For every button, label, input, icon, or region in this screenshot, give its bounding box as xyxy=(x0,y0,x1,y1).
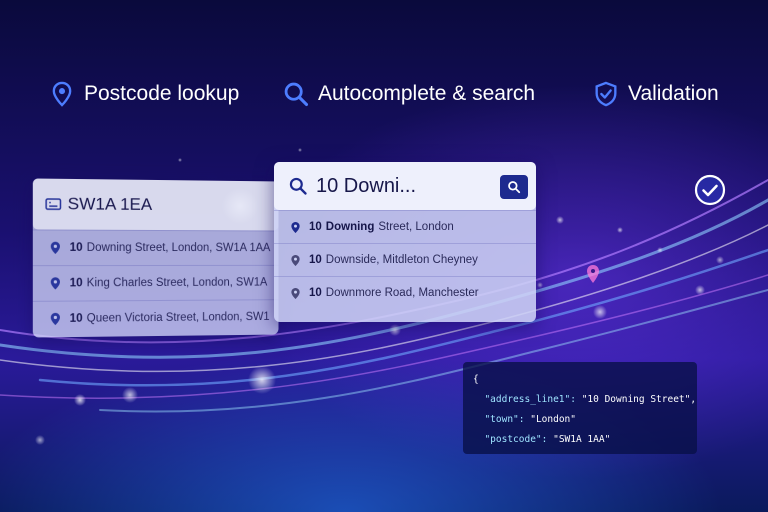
list-item[interactable]: 10 King Charles Street, London, SW1A xyxy=(32,264,279,301)
code-line: "address_line1": "10 Downing Street", xyxy=(473,390,696,410)
address-number: 10 xyxy=(309,287,322,299)
check-circle-icon xyxy=(694,174,726,206)
list-item[interactable]: 10 Queen Victoria Street, London, SW1 xyxy=(32,299,279,337)
feature-label: Autocomplete & search xyxy=(318,82,536,105)
suggestion-item[interactable]: 10 Downside, Mitdleton Cheyney xyxy=(274,243,536,276)
search-button[interactable] xyxy=(500,175,528,199)
code-brace: { xyxy=(473,374,479,385)
location-pin-icon xyxy=(291,254,300,266)
address-number: 10 xyxy=(309,254,322,266)
address-number: 10 xyxy=(69,277,83,290)
code-value: "10 Downing Street", xyxy=(581,394,697,405)
address-text: Street, London xyxy=(378,221,454,233)
feature-label: Validation xyxy=(628,82,719,105)
code-key: "town": xyxy=(484,414,525,425)
search-input[interactable]: 10 Downi... xyxy=(274,162,536,210)
location-pin-icon xyxy=(50,312,60,326)
address-number: 10 xyxy=(69,312,83,325)
location-pin-icon xyxy=(52,81,72,107)
postcode-input[interactable]: SW1A 1EA xyxy=(32,178,279,231)
code-value: "SW1A 1AA" xyxy=(553,434,611,445)
search-icon xyxy=(508,181,521,194)
location-pin-icon xyxy=(587,265,599,283)
address-text: Queen Victoria Street, London, SW1 xyxy=(86,311,270,325)
code-value: "London" xyxy=(530,414,576,425)
code-line: "town": "London" xyxy=(473,410,687,430)
address-text: King Charles Street, London, SW1A xyxy=(86,276,268,290)
address-number: 10 xyxy=(309,221,322,233)
code-key: "postcode": xyxy=(484,434,548,445)
shield-check-icon xyxy=(595,81,617,107)
location-pin-icon xyxy=(291,221,300,233)
address-text: Downside, Mitdleton Cheyney xyxy=(325,254,478,266)
address-number: 10 xyxy=(69,241,83,254)
search-input-value: 10 Downi... xyxy=(316,174,417,197)
postcode-input-value: SW1A 1EA xyxy=(67,194,153,214)
search-icon xyxy=(284,82,309,107)
address-match: Downing xyxy=(325,221,375,233)
feature-postcode-lookup: Postcode lookup xyxy=(48,78,239,110)
address-text: Downing Street, London, SW1A 1AA xyxy=(86,241,271,255)
autocomplete-panel: 10 Downi... 10 Downing Street, London 10… xyxy=(274,162,536,322)
feature-label: Postcode lookup xyxy=(84,82,240,105)
keyboard-icon xyxy=(45,197,61,211)
address-text: Downmore Road, Manchester xyxy=(325,287,479,299)
postcode-lookup-panel: SW1A 1EA 10 Downing Street, London, SW1A… xyxy=(32,178,279,338)
location-pin-icon xyxy=(291,287,300,299)
suggestion-item[interactable]: 10 Downmore Road, Manchester xyxy=(274,276,536,309)
feature-autocomplete-search: Autocomplete & search xyxy=(282,78,535,110)
code-line: "postcode": "SW1A 1AA" xyxy=(473,430,687,450)
location-pin-icon xyxy=(50,241,60,254)
json-output-code: { "address_line1": "10 Downing Street", … xyxy=(463,362,697,454)
location-pin-icon xyxy=(50,277,60,290)
suggestion-item[interactable]: 10 Downing Street, London xyxy=(274,210,536,243)
search-icon xyxy=(289,177,307,195)
feature-validation: Validation xyxy=(592,78,719,110)
list-item[interactable]: 10 Downing Street, London, SW1A 1AA xyxy=(32,229,279,266)
code-key: "address_line1": xyxy=(484,394,576,405)
